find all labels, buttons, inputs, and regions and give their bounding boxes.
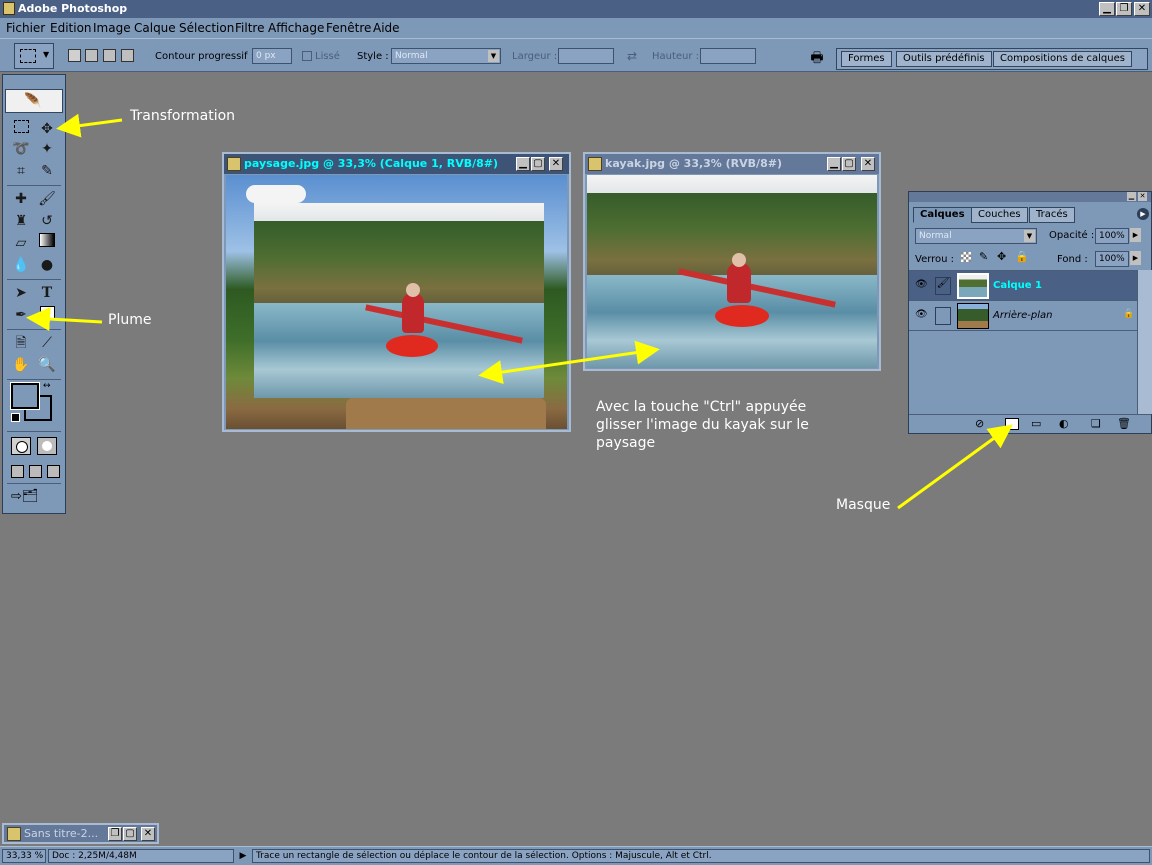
minimized-title: Sans titre-2... bbox=[24, 827, 99, 840]
arrow-drag bbox=[478, 340, 660, 385]
close-button[interactable]: ✕ bbox=[141, 827, 155, 841]
arrow-plume bbox=[26, 307, 103, 332]
zoom-field[interactable]: 33,33 % bbox=[2, 849, 46, 863]
instruction-line: Avec la touche "Ctrl" appuyée bbox=[596, 399, 807, 415]
arrow-masque bbox=[897, 424, 1013, 510]
annotation-plume: Plume bbox=[108, 312, 152, 328]
maximize-button[interactable]: ▢ bbox=[123, 827, 137, 841]
instruction-line: paysage bbox=[596, 435, 656, 451]
status-message: Trace un rectangle de sélection ou dépla… bbox=[252, 849, 1150, 863]
instruction-line: glisser l'image du kayak sur le bbox=[596, 417, 809, 433]
document-icon bbox=[7, 827, 21, 841]
annotation-instruction: Avec la touche "Ctrl" appuyée glisser l'… bbox=[596, 398, 809, 452]
doc-size-field: Doc : 2,25M/4,48M bbox=[48, 849, 234, 863]
status-menu-arrow-icon[interactable]: ▶ bbox=[236, 849, 250, 863]
minimized-document[interactable]: Sans titre-2... ❐ ▢ ✕ bbox=[2, 823, 159, 844]
arrow-transformation bbox=[56, 113, 123, 138]
restore-button[interactable]: ❐ bbox=[108, 827, 122, 841]
annotation-transformation: Transformation bbox=[130, 108, 236, 124]
annotation-masque: Masque bbox=[836, 497, 891, 513]
annotation-arrows bbox=[26, 113, 1013, 510]
status-bar: 33,33 % Doc : 2,25M/4,48M ▶ Trace un rec… bbox=[0, 846, 1152, 865]
